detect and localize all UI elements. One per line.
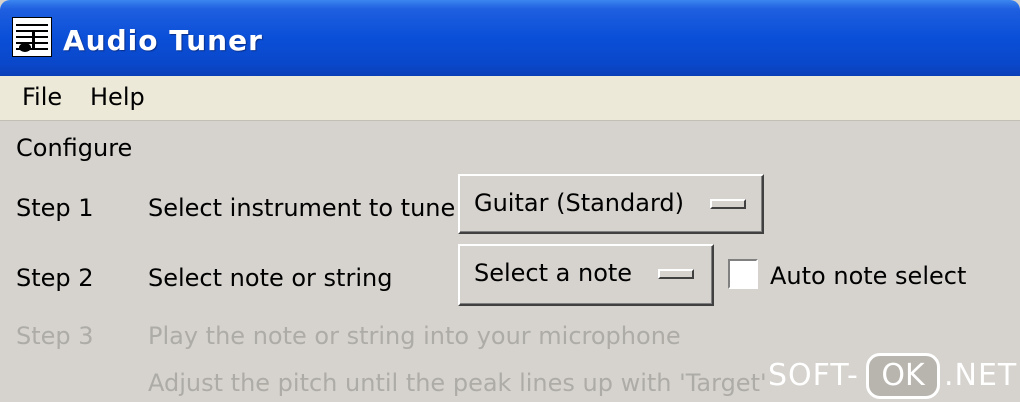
note-value: Select a note — [474, 259, 633, 287]
instrument-dropdown[interactable]: Guitar (Standard) — [458, 174, 764, 234]
step3-label: Step 3 — [16, 322, 94, 350]
step2-text: Select note or string — [148, 264, 393, 292]
dropdown-indicator-icon — [710, 199, 746, 209]
instrument-value: Guitar (Standard) — [474, 189, 684, 217]
auto-note-label[interactable]: Auto note select — [770, 262, 966, 290]
note-dropdown[interactable]: Select a note — [458, 244, 714, 306]
step3-text: Play the note or string into your microp… — [148, 322, 681, 350]
window-title: Audio Tuner — [63, 24, 263, 57]
menu-bar: File Help — [0, 76, 1020, 121]
watermark-badge: OK — [866, 353, 940, 399]
step1-text: Select instrument to tune — [148, 194, 456, 222]
menu-help[interactable]: Help — [90, 83, 145, 111]
music-sheet-icon — [12, 17, 52, 57]
step1-label: Step 1 — [16, 194, 94, 222]
adjust-pitch-text: Adjust the pitch until the peak lines up… — [148, 369, 767, 397]
auto-note-checkbox[interactable] — [728, 259, 758, 289]
watermark-left: SOFT- — [768, 358, 859, 393]
section-title: Configure — [16, 134, 133, 162]
title-bar[interactable]: Audio Tuner — [0, 0, 1020, 76]
watermark-right: .NET — [944, 358, 1018, 393]
dropdown-indicator-icon — [658, 269, 694, 279]
step2-label: Step 2 — [16, 264, 94, 292]
menu-file[interactable]: File — [22, 83, 62, 111]
